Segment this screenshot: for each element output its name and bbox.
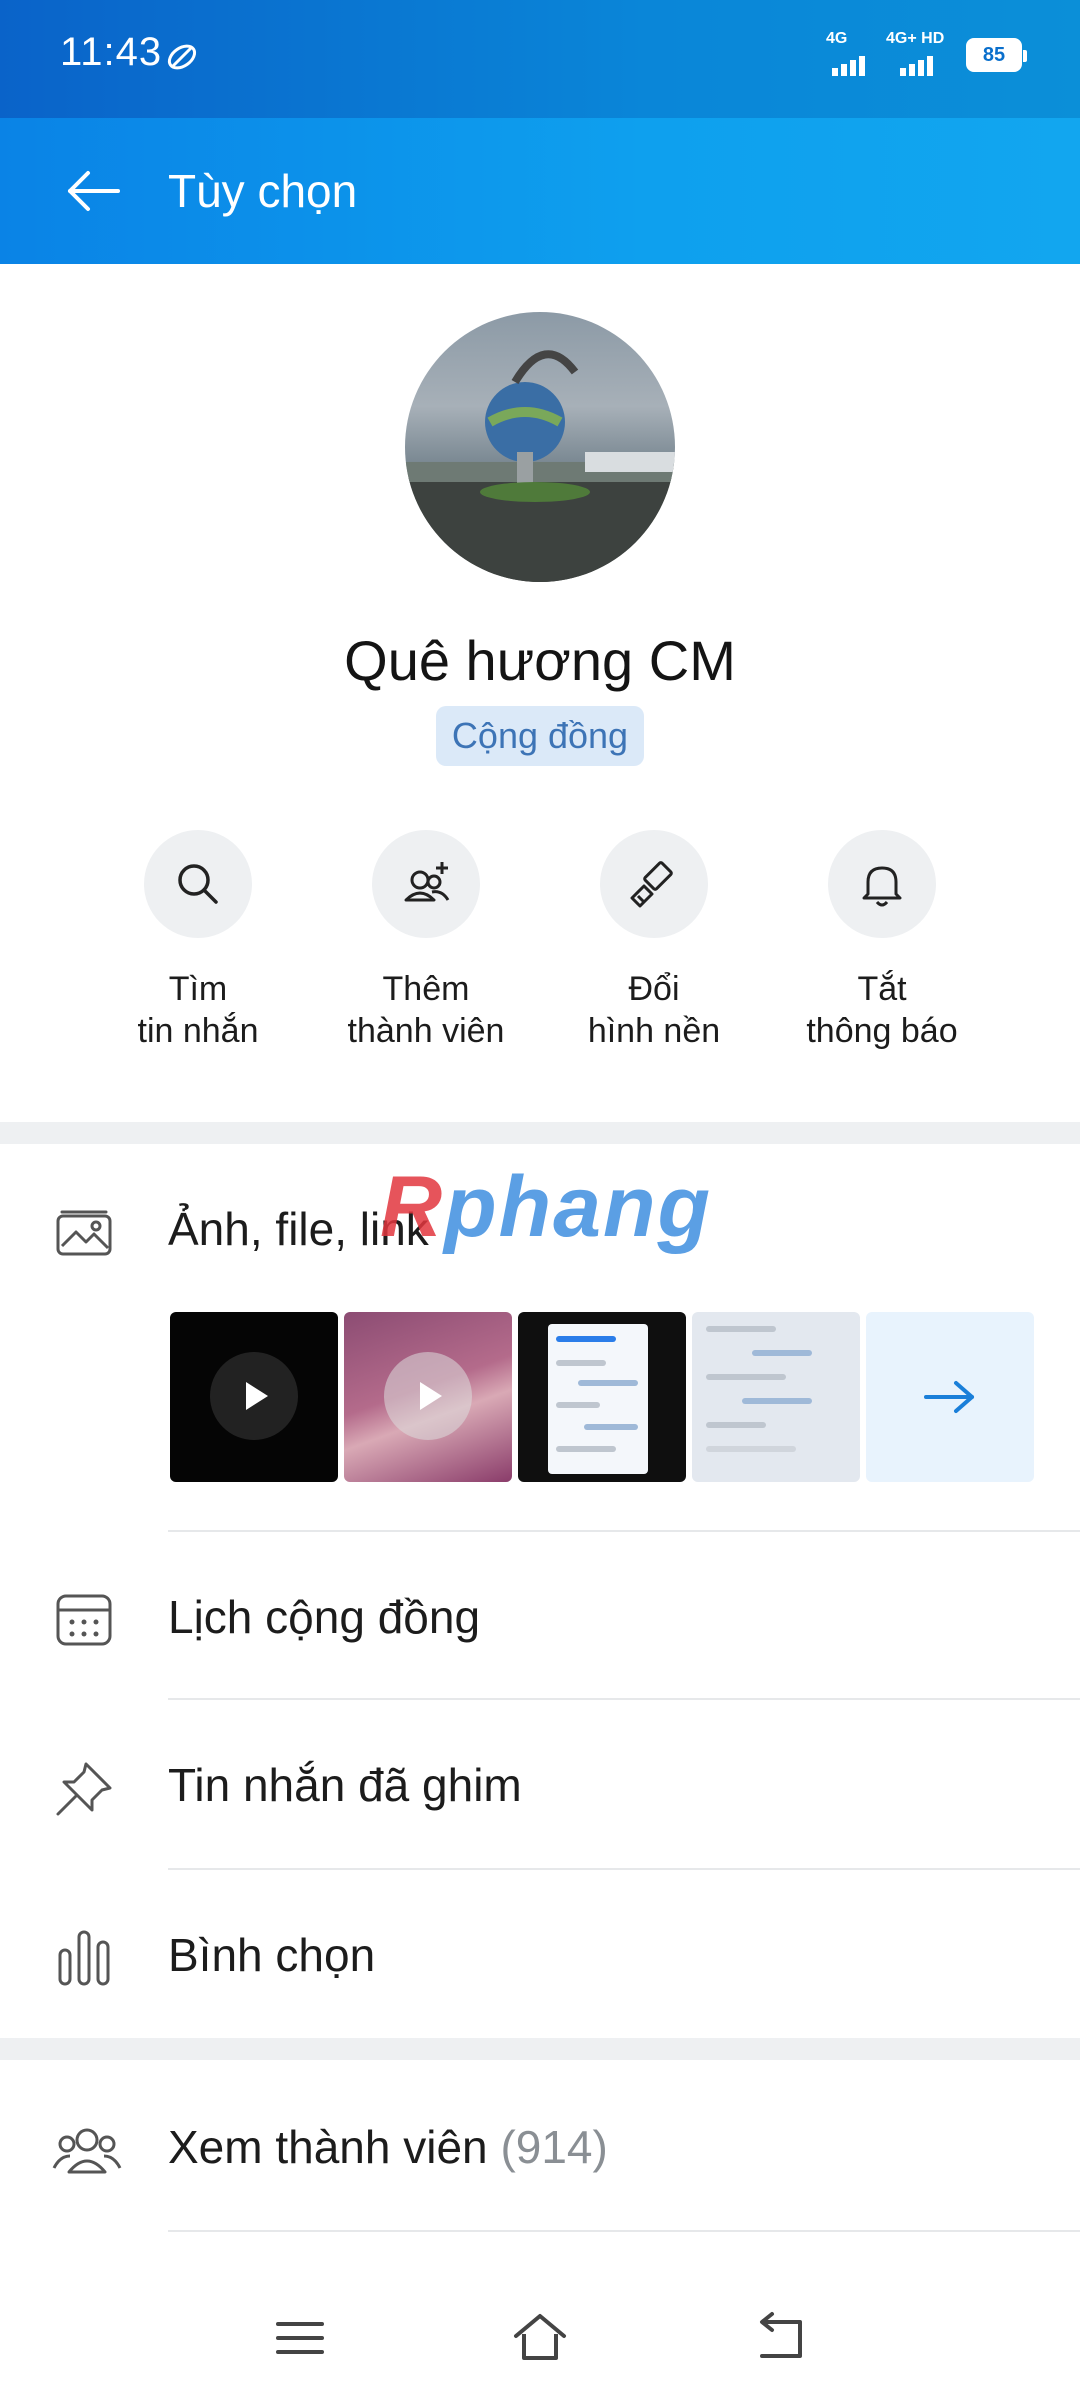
leaf-icon xyxy=(167,44,197,70)
action-label-line1: Tìm xyxy=(168,970,228,1008)
action-change-wallpaper[interactable]: Đổi hình nền xyxy=(544,830,764,1052)
avatar-image xyxy=(405,350,675,582)
poll-row[interactable]: Bình chọn xyxy=(0,1870,1080,2038)
pin-icon xyxy=(56,1762,112,1816)
battery-icon: 85 xyxy=(966,38,1027,72)
media-thumbnail[interactable] xyxy=(344,1312,512,1482)
calendar-label: Lịch cộng đồng xyxy=(168,1591,481,1643)
section-divider xyxy=(0,1122,1080,1144)
action-label-line2: thông báo xyxy=(806,1012,958,1050)
members-count: (914) xyxy=(500,2121,608,2173)
system-nav-bar xyxy=(0,2270,1080,2400)
search-icon xyxy=(178,864,218,904)
chat-screenshot xyxy=(548,1324,648,1474)
view-members-row[interactable]: Xem thành viên (914) xyxy=(0,2062,1080,2230)
media-thumbnail[interactable] xyxy=(518,1312,686,1482)
members-icon xyxy=(52,2128,122,2174)
calendar-icon xyxy=(56,1594,112,1646)
action-search-messages[interactable]: Tìm tin nhắn xyxy=(88,830,308,1052)
back-arrow-icon[interactable] xyxy=(62,160,124,222)
action-label-line1: Đổi xyxy=(628,970,680,1008)
play-icon xyxy=(210,1352,298,1440)
poll-label: Bình chọn xyxy=(168,1929,376,1981)
signal-4g-plus-icon: 4G+ HD xyxy=(886,30,948,76)
group-name: Quê hương CM xyxy=(344,629,736,692)
view-more-media-button[interactable] xyxy=(866,1312,1034,1482)
add-member-icon xyxy=(404,862,450,902)
action-label-line2: thành viên xyxy=(347,1012,505,1050)
status-time: 11:43 xyxy=(60,30,163,74)
quick-actions: Tìm tin nhắn Thêm thành viên Đổi hình nền xyxy=(0,830,1080,1070)
poll-chart-icon xyxy=(58,1930,110,1986)
home-icon[interactable] xyxy=(510,2308,570,2368)
paint-brush-icon xyxy=(630,861,673,908)
media-thumbnail[interactable] xyxy=(170,1312,338,1482)
action-label-line2: hình nền xyxy=(587,1012,721,1050)
page-title: Tùy chọn xyxy=(168,165,358,217)
action-label-line1: Thêm xyxy=(382,970,470,1008)
pinned-label: Tin nhắn đã ghim xyxy=(168,1759,522,1811)
members-label: Xem thành viên (914) xyxy=(168,2121,608,2173)
media-thumbnail[interactable] xyxy=(692,1312,860,1482)
action-mute-notifications[interactable]: Tắt thông báo xyxy=(772,830,992,1052)
back-nav-icon[interactable] xyxy=(750,2308,810,2368)
section-divider xyxy=(0,2038,1080,2060)
signal-4g-icon: 4G xyxy=(826,30,868,76)
arrow-right-icon xyxy=(924,1381,974,1413)
watermark-logo: Rphang xyxy=(380,1159,713,1255)
community-calendar-row[interactable]: Lịch cộng đồng xyxy=(0,1532,1080,1700)
menu-icon[interactable] xyxy=(270,2308,330,2368)
community-badge: Cộng đồng xyxy=(436,706,644,766)
action-label-line2: tin nhắn xyxy=(137,1012,259,1050)
image-gallery-icon xyxy=(56,1210,112,1256)
bell-icon xyxy=(862,866,902,907)
row-separator xyxy=(168,2230,1080,2232)
action-add-member[interactable]: Thêm thành viên xyxy=(316,830,536,1052)
pinned-messages-row[interactable]: Tin nhắn đã ghim xyxy=(0,1700,1080,1868)
status-bar: 11:43 4G 4G+ HD 85 xyxy=(0,0,1080,118)
app-bar: Tùy chọn xyxy=(0,118,1080,264)
play-icon xyxy=(384,1352,472,1440)
action-label-line1: Tắt xyxy=(857,970,907,1008)
media-strip xyxy=(170,1312,1034,1482)
group-avatar[interactable] xyxy=(405,312,675,582)
